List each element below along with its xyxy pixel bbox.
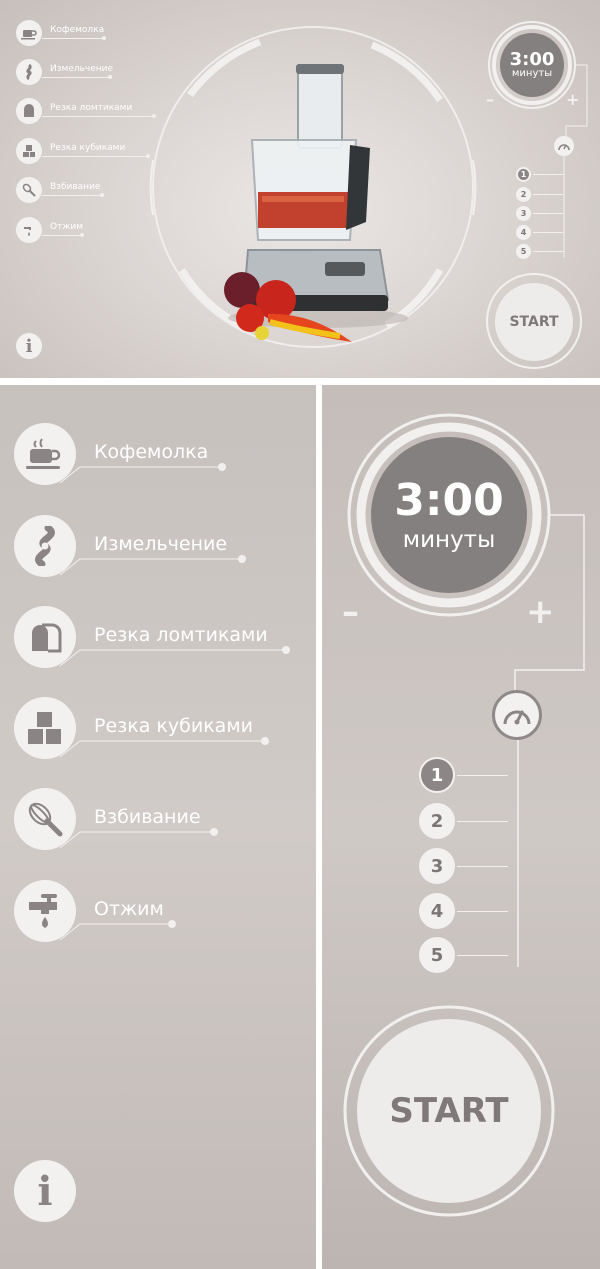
- overview-panel: Кофемолка Измельчение Резка ломтиками Ре…: [0, 0, 600, 378]
- menu-label-dice[interactable]: Резка кубиками: [94, 715, 253, 737]
- mini-speed-5-button[interactable]: 5: [516, 244, 531, 259]
- menu-label-whisk[interactable]: Взбивание: [94, 806, 201, 828]
- info-button[interactable]: i: [14, 1160, 76, 1222]
- menu-dot: [238, 555, 246, 563]
- speed-line: [457, 821, 508, 822]
- info-label: i: [37, 1167, 53, 1215]
- mini-speed-1-button[interactable]: 1: [516, 167, 531, 182]
- menu-label-slice[interactable]: Резка ломтиками: [94, 624, 268, 646]
- bread-slice-icon[interactable]: [14, 606, 76, 668]
- timer-plus-button[interactable]: +: [526, 595, 555, 629]
- mini-speedometer-icon: [554, 136, 574, 156]
- mini-speed-line: [533, 232, 563, 233]
- mini-speed-line: [533, 174, 563, 175]
- menu-label-grind[interactable]: Измельчение: [94, 533, 227, 555]
- speed-1-button[interactable]: 1: [419, 757, 455, 793]
- speed-4-button[interactable]: 4: [419, 893, 455, 929]
- speed-line: [457, 866, 508, 867]
- timer-unit: минуты: [402, 526, 496, 553]
- menu-dot: [218, 463, 226, 471]
- mini-timer-time: 3:00: [509, 49, 555, 70]
- start-button[interactable]: START: [357, 1019, 541, 1203]
- menu-panel: Кофемолка Измельчение Резка ломтиками Ре: [0, 385, 316, 1269]
- mini-timer-display: 3:00 минуты: [500, 33, 564, 97]
- mini-start-button[interactable]: START: [495, 283, 573, 361]
- mini-speed-line: [533, 194, 563, 195]
- timer-minus-button[interactable]: –: [342, 595, 359, 629]
- menu-dot: [210, 828, 218, 836]
- speed-line: [457, 955, 508, 956]
- menu-dot: [261, 737, 269, 745]
- mini-speed-line: [533, 213, 563, 214]
- blade-icon[interactable]: [14, 515, 76, 577]
- mini-speed-4-button[interactable]: 4: [516, 225, 531, 240]
- cubes-icon[interactable]: [14, 697, 76, 759]
- speed-2-button[interactable]: 2: [419, 803, 455, 839]
- speed-line: [457, 911, 508, 912]
- mini-speed-line: [533, 251, 563, 252]
- controls-panel: 3:00 минуты – + 1 2 3 4 5 START: [322, 385, 600, 1269]
- menu-label-juice[interactable]: Отжим: [94, 898, 164, 920]
- mini-speed-2-button[interactable]: 2: [516, 187, 531, 202]
- speed-3-button[interactable]: 3: [419, 848, 455, 884]
- whisk-icon[interactable]: [14, 788, 76, 850]
- timer-time: 3:00: [394, 474, 504, 526]
- menu-dot: [168, 920, 176, 928]
- speedometer-icon: [492, 690, 542, 740]
- mini-timer-plus-button[interactable]: +: [566, 92, 579, 108]
- juice-tap-icon[interactable]: [14, 880, 76, 942]
- mini-timer-minus-button[interactable]: –: [486, 92, 494, 108]
- mini-speed-3-button[interactable]: 3: [516, 206, 531, 221]
- speed-5-button[interactable]: 5: [419, 937, 455, 973]
- speed-line: [457, 775, 508, 776]
- timer-display: 3:00 минуты: [371, 437, 527, 593]
- mini-timer-unit: минуты: [511, 68, 553, 79]
- menu-dot: [282, 646, 290, 654]
